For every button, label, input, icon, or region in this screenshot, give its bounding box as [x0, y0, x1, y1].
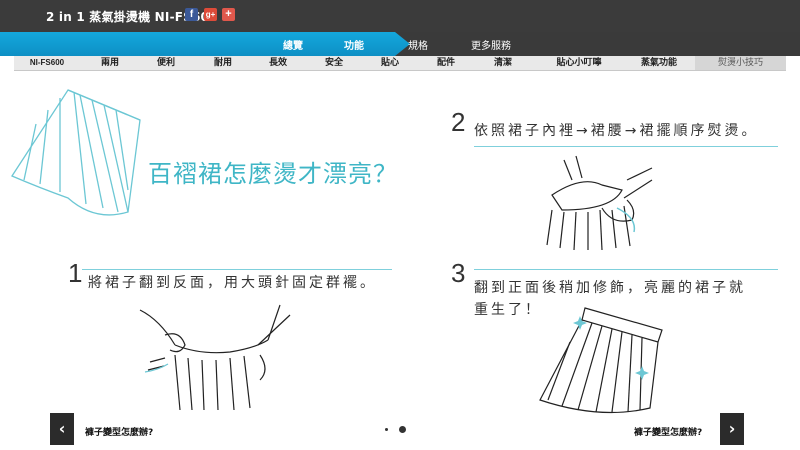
- prev-tip-link[interactable]: 褲子變型怎麼辦?: [85, 425, 153, 438]
- nav-item-features[interactable]: 功能: [344, 37, 364, 52]
- main-nav: 總覽 功能 規格 更多服務: [0, 32, 800, 56]
- tab-thoughtful[interactable]: 貼心: [366, 56, 414, 70]
- step-1-text: 將裙子翻到反面，用大頭針固定群襬。: [88, 275, 377, 291]
- googleplus-icon[interactable]: g+: [204, 8, 217, 21]
- tab-ni-fs600[interactable]: NI-FS600: [14, 56, 80, 70]
- top-bar: 2 in 1 蒸氣掛燙機 NI-FS600 f g+ +: [0, 0, 800, 32]
- feature-tabs: NI-FS600 兩用 便利 耐用 長效 安全 貼心 配件 清潔 貼心小叮嚀 蒸…: [14, 56, 786, 71]
- next-arrow-button[interactable]: ›: [720, 413, 744, 445]
- pinning-skirt-illustration: [139, 304, 291, 411]
- facebook-icon[interactable]: f: [185, 8, 198, 21]
- carousel-dot-2[interactable]: [399, 426, 406, 433]
- step-2-text: 依照裙子內裡→裙腰→裙擺順序熨燙。: [474, 123, 759, 139]
- step-3-rule: [474, 269, 778, 270]
- pleated-skirt-illustration: [11, 89, 141, 216]
- tab-convenient[interactable]: 便利: [142, 56, 190, 70]
- nav-item-overview[interactable]: 總覽: [283, 37, 303, 52]
- carousel-dot-1[interactable]: [385, 428, 388, 431]
- page-headline: 百褶裙怎麼燙才漂亮？: [148, 160, 398, 188]
- next-tip-link[interactable]: 褲子變型怎麼辦?: [634, 425, 702, 438]
- step-2-number: 2: [451, 107, 466, 137]
- step-1-number: 1: [68, 258, 83, 288]
- tab-safety[interactable]: 安全: [310, 56, 358, 70]
- tab-ironing-tips[interactable]: 熨燙小技巧: [695, 56, 786, 70]
- tab-durable[interactable]: 耐用: [199, 56, 247, 70]
- tab-dual-use[interactable]: 兩用: [86, 56, 134, 70]
- ironing-illustration: [546, 155, 653, 251]
- share-plus-icon[interactable]: +: [222, 8, 235, 21]
- step-2-rule: [474, 146, 778, 147]
- prev-arrow-button[interactable]: ‹: [50, 413, 74, 445]
- finished-skirt-illustration: [539, 307, 663, 414]
- tab-accessories[interactable]: 配件: [422, 56, 470, 70]
- tab-long-lasting[interactable]: 長效: [254, 56, 302, 70]
- step-3-number: 3: [451, 258, 466, 288]
- nav-item-more-services[interactable]: 更多服務: [471, 37, 511, 52]
- tab-steam-function[interactable]: 蒸氣功能: [624, 56, 694, 70]
- step-3-text-line1: 翻到正面後稍加修飾，亮麗的裙子就: [474, 280, 746, 296]
- step-3-text-line2: 重生了！: [474, 302, 542, 318]
- tab-cleaning[interactable]: 清潔: [479, 56, 527, 70]
- nav-item-specs[interactable]: 規格: [408, 37, 428, 52]
- step-1-rule: [82, 269, 392, 270]
- tab-tips[interactable]: 貼心小叮嚀: [539, 56, 619, 70]
